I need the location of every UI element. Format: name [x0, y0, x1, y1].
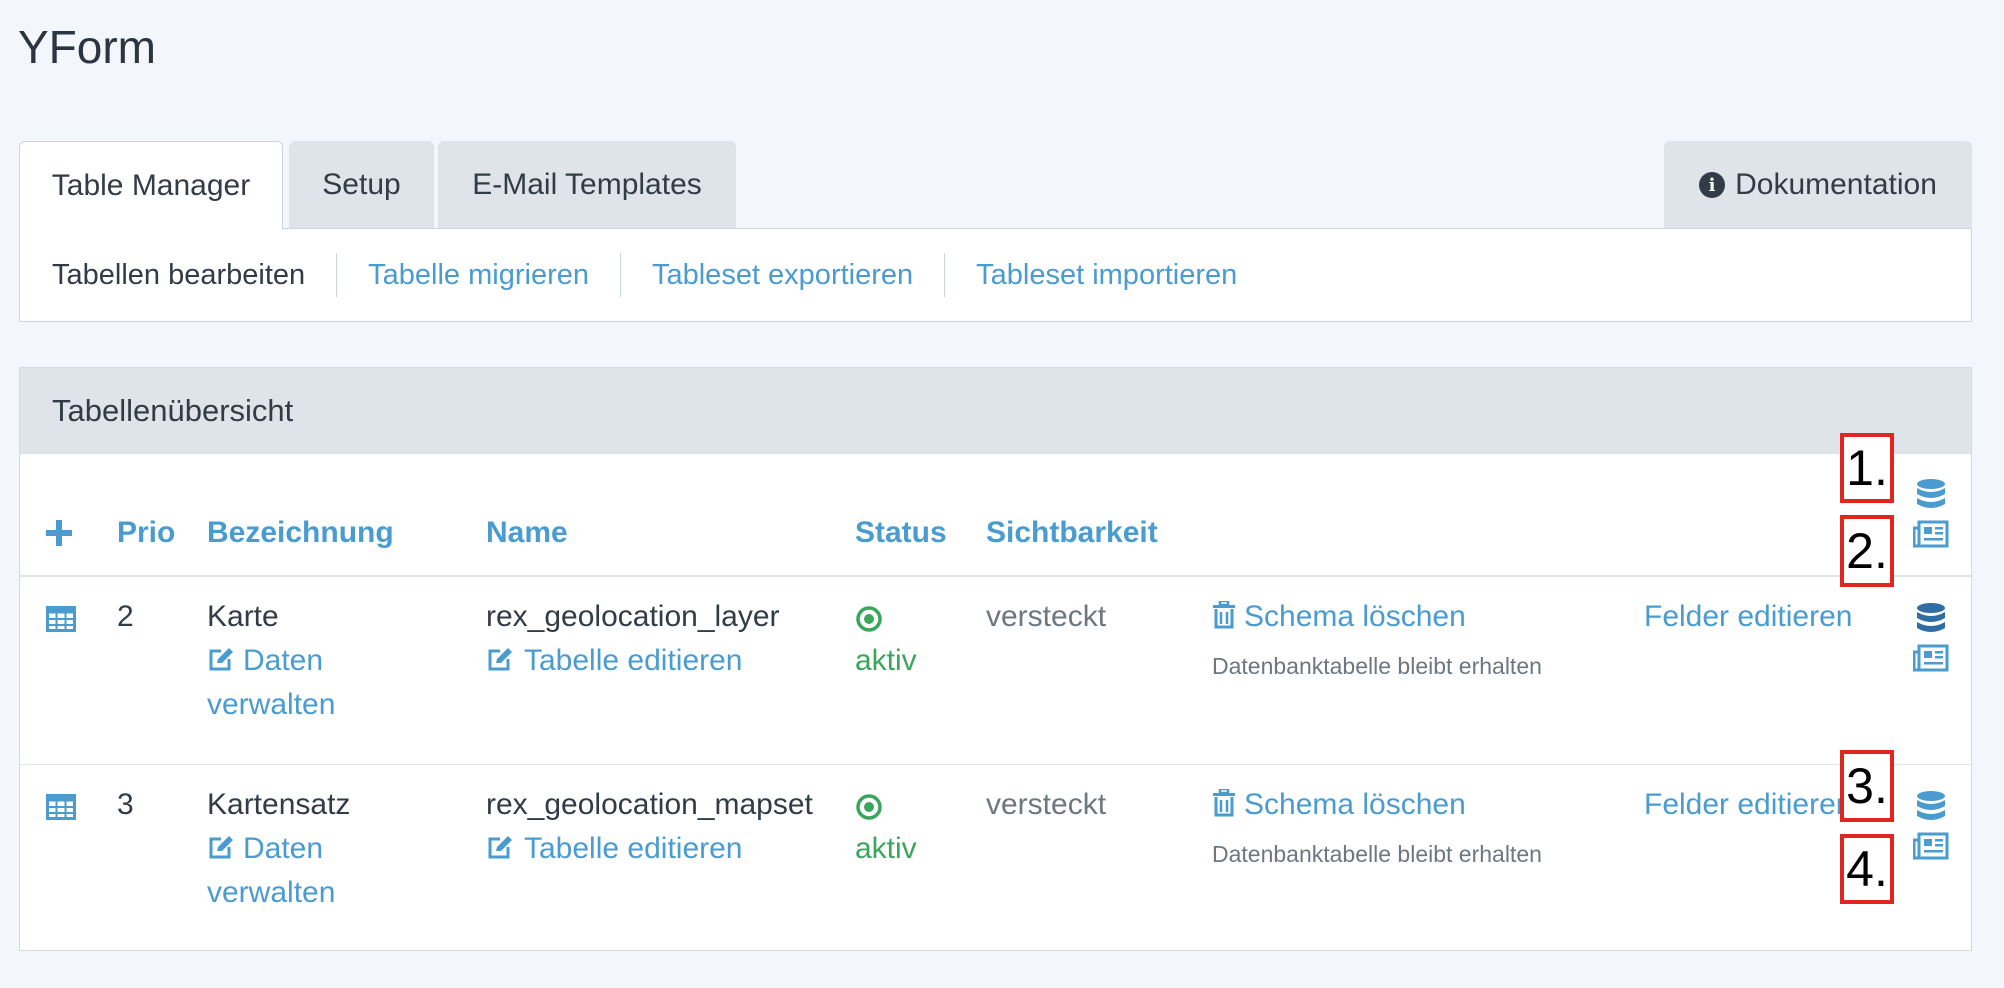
- column-header-prio[interactable]: Prio: [117, 516, 175, 550]
- edit-icon: [209, 836, 233, 859]
- add-table-button[interactable]: [46, 520, 72, 546]
- tab-label: E-Mail Templates: [472, 168, 702, 201]
- annotation-label-1: 1.: [1840, 433, 1894, 503]
- schema-loeschen-link[interactable]: Schema löschen: [1212, 783, 1466, 827]
- schema-loeschen-link[interactable]: Schema löschen: [1212, 595, 1466, 639]
- newspaper-button[interactable]: [1913, 644, 1949, 672]
- edit-icon: [488, 648, 512, 671]
- tab-dokumentation[interactable]: i Dokumentation: [1664, 141, 1972, 229]
- status-text[interactable]: aktiv: [855, 639, 917, 683]
- tabelle-editieren-link[interactable]: Tabelle editieren: [486, 827, 742, 871]
- newspaper-icon: [1913, 520, 1949, 548]
- felder-editieren-link[interactable]: Felder editieren: [1644, 783, 1852, 827]
- table-row-icon-button[interactable]: [46, 606, 76, 632]
- newspaper-icon: [1913, 832, 1949, 860]
- tab-bar: Table Manager Setup E-Mail Templates i D…: [19, 141, 1972, 230]
- status-active-button[interactable]: [855, 793, 883, 821]
- subnav-tableset-importieren[interactable]: Tableset importieren: [944, 253, 1268, 297]
- tab-label: Setup: [322, 168, 401, 201]
- daten-verwalten-link[interactable]: Daten verwalten: [207, 827, 335, 915]
- sichtbarkeit-value: versteckt: [986, 600, 1107, 633]
- table-grid-icon: [46, 606, 76, 632]
- page-title: YForm: [18, 21, 156, 73]
- tabelle-editieren-link[interactable]: Tabelle editieren: [486, 639, 742, 683]
- row-divider: [20, 764, 1971, 765]
- info-circle-icon: i: [1699, 172, 1726, 198]
- row-bezeichnung: Karte: [207, 600, 279, 633]
- trash-icon: [1213, 601, 1235, 629]
- dot-circle-icon: [856, 606, 882, 632]
- subnav-tableset-exportieren[interactable]: Tableset exportieren: [619, 253, 944, 297]
- panel-title: Tabellenübersicht: [20, 368, 1971, 454]
- annotation-label-3: 3.: [1840, 750, 1894, 822]
- row-name: rex_geolocation_layer: [486, 600, 780, 633]
- header-divider: [20, 575, 1971, 577]
- database-icon: [1917, 791, 1945, 820]
- column-header-bezeichnung[interactable]: Bezeichnung: [207, 516, 394, 550]
- sub-navigation: Tabellen bearbeiten Tabelle migrieren Ta…: [19, 228, 1972, 322]
- column-header-name[interactable]: Name: [486, 516, 568, 550]
- status-active-button[interactable]: [855, 605, 883, 633]
- subnav-tabellen-bearbeiten[interactable]: Tabellen bearbeiten: [52, 253, 336, 297]
- edit-icon: [209, 648, 233, 671]
- subnav-tabelle-migrieren[interactable]: Tabelle migrieren: [336, 253, 620, 297]
- trash-icon: [1213, 789, 1235, 817]
- database-icon: [1917, 479, 1945, 508]
- newspaper-icon: [1913, 644, 1949, 672]
- dot-circle-icon: [856, 794, 882, 820]
- table-overview-panel: Tabellenübersicht Prio Bezeichnung Name …: [19, 367, 1972, 951]
- tab-setup[interactable]: Setup: [289, 141, 434, 229]
- database-icon-header[interactable]: [1914, 477, 1948, 511]
- felder-editieren-link[interactable]: Felder editieren: [1644, 595, 1852, 639]
- annotation-label-2: 2.: [1840, 515, 1894, 587]
- database-icon: [1917, 603, 1945, 632]
- tab-label: Table Manager: [51, 169, 251, 202]
- sichtbarkeit-value: versteckt: [986, 788, 1107, 821]
- newspaper-button[interactable]: [1913, 832, 1949, 860]
- delete-note: Datenbanktabelle bleibt erhalten: [1212, 653, 1542, 679]
- table-grid-icon: [46, 794, 76, 820]
- database-button[interactable]: [1914, 601, 1948, 635]
- row-prio: 2: [117, 600, 134, 633]
- column-header-sichtbarkeit[interactable]: Sichtbarkeit: [986, 516, 1158, 550]
- row-name: rex_geolocation_mapset: [486, 788, 813, 821]
- edit-icon: [488, 836, 512, 859]
- daten-verwalten-link[interactable]: Daten verwalten: [207, 639, 335, 727]
- status-text[interactable]: aktiv: [855, 827, 917, 871]
- row-prio: 3: [117, 788, 134, 821]
- row-bezeichnung: Kartensatz: [207, 788, 351, 821]
- newspaper-icon-header[interactable]: [1913, 520, 1949, 548]
- annotation-label-4: 4.: [1840, 834, 1894, 904]
- tab-table-manager[interactable]: Table Manager: [19, 141, 283, 230]
- tab-email-templates[interactable]: E-Mail Templates: [438, 141, 736, 229]
- delete-note: Datenbanktabelle bleibt erhalten: [1212, 841, 1542, 867]
- table-row-icon-button[interactable]: [46, 794, 76, 820]
- tab-label: Dokumentation: [1735, 168, 1937, 201]
- database-button[interactable]: [1914, 789, 1948, 823]
- column-header-status[interactable]: Status: [855, 516, 947, 550]
- plus-icon: [46, 520, 72, 546]
